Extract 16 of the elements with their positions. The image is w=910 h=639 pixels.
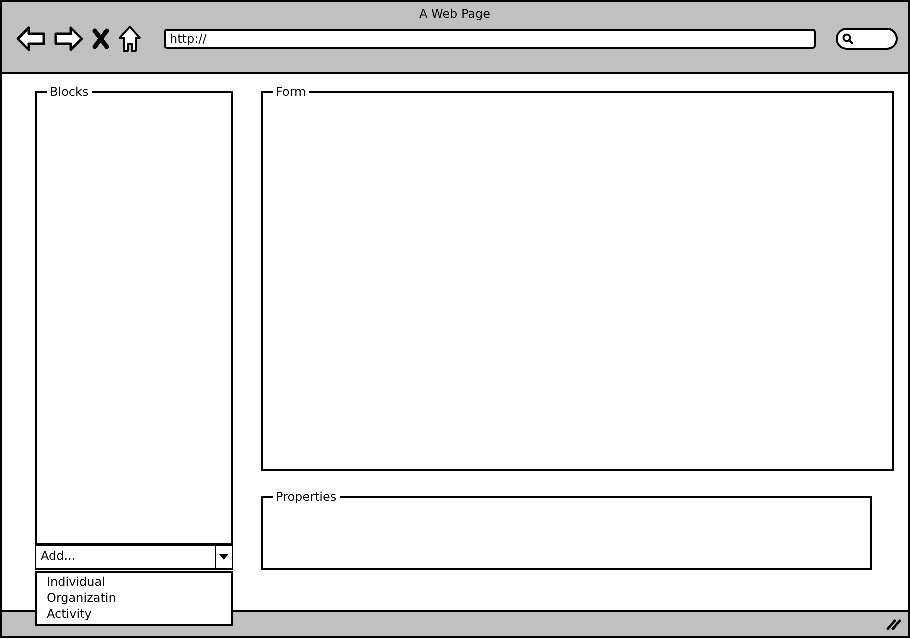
panel-title: Properties — [275, 490, 338, 504]
resize-grip-icon[interactable] — [886, 618, 902, 630]
menu-item[interactable]: Individual — [47, 574, 231, 590]
panel-title: Form — [275, 85, 308, 99]
home-icon[interactable] — [118, 25, 142, 53]
menu-item[interactable]: Activity — [47, 606, 231, 622]
menu-item[interactable]: Organizatin — [47, 590, 231, 606]
address-field[interactable]: http:// — [164, 29, 816, 49]
back-icon[interactable] — [16, 26, 46, 52]
search-icon — [842, 33, 854, 45]
caret-icon — [219, 554, 229, 560]
forward-icon[interactable] — [54, 26, 84, 52]
close-icon[interactable] — [92, 28, 110, 50]
search-field[interactable] — [836, 28, 898, 50]
window-title: A Web Page — [419, 7, 491, 21]
panel-title: Blocks — [49, 85, 90, 99]
